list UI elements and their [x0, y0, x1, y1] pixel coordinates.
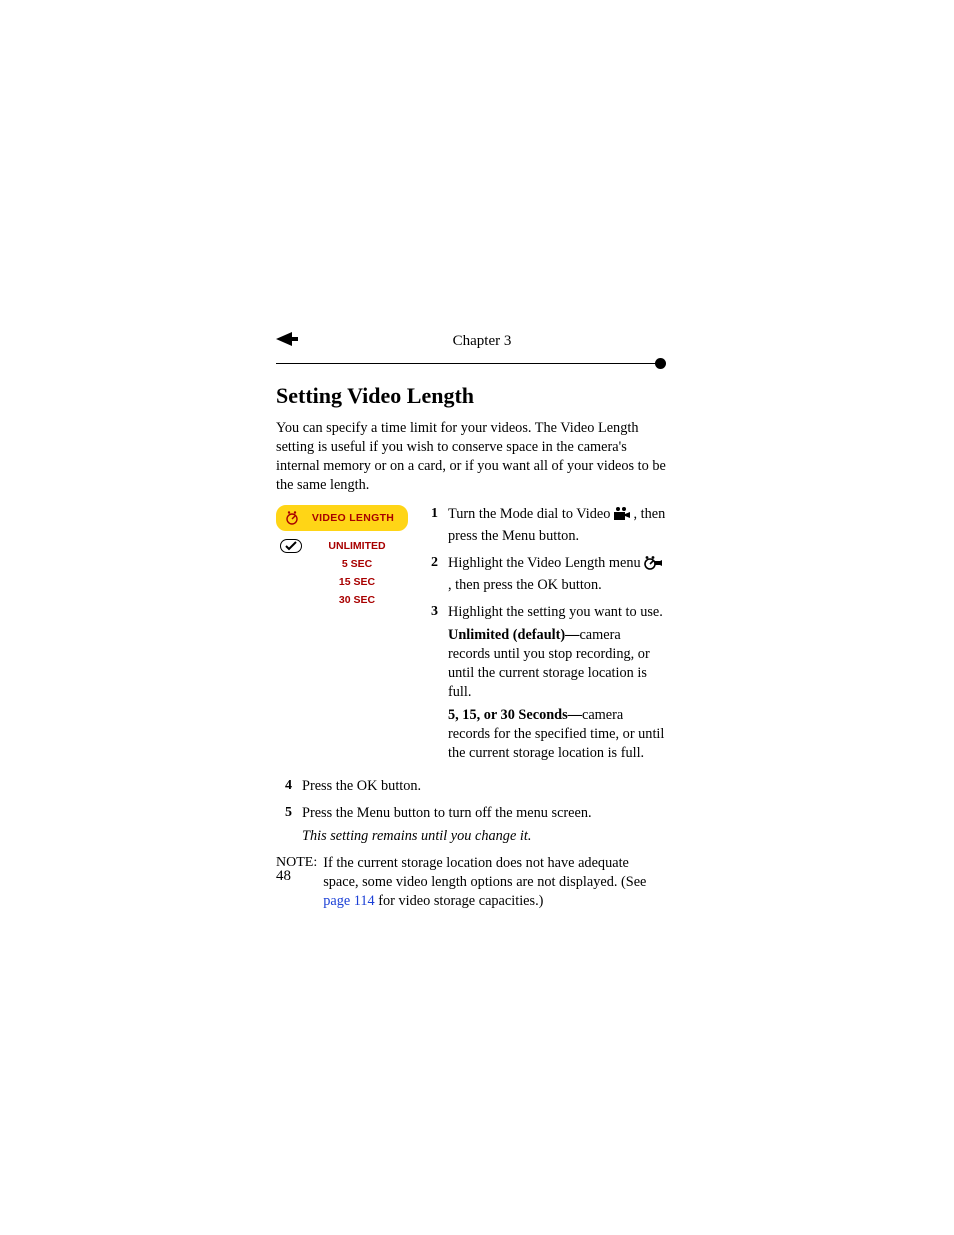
page: Chapter 3 Setting Video Length You can s… — [0, 0, 954, 1235]
figure-item: 15 SEC — [276, 573, 408, 591]
option-label: 5, 15, or 30 Seconds— — [448, 707, 582, 723]
intro-paragraph: You can specify a time limit for your vi… — [276, 419, 666, 495]
step-text: Highlight the setting you want to use. — [448, 603, 666, 622]
back-arrow-icon — [276, 332, 298, 351]
menu-figure: VIDEO LENGTH UNLIMITED — [276, 505, 408, 771]
page-number: 48 — [276, 868, 291, 885]
header-rule — [276, 363, 666, 375]
figure-item-label: 15 SEC — [306, 576, 408, 588]
step-body: Turn the Mode dial to Video , then press… — [448, 505, 666, 550]
figure-item: 5 SEC — [276, 555, 408, 573]
note-block: NOTE: If the current storage location do… — [276, 854, 666, 911]
step-item: 4 Press the OK button. — [276, 777, 666, 800]
figure-header-text: VIDEO LENGTH — [307, 512, 399, 524]
note-text: for video storage capacities.) — [375, 893, 544, 909]
steps-right: 1 Turn the Mode dial to Video , then pre… — [422, 505, 666, 771]
step-body: Press the OK button. — [302, 777, 666, 800]
content-column: Chapter 3 Setting Video Length You can s… — [276, 332, 666, 911]
page-link[interactable]: page 114 — [323, 893, 374, 909]
step-number: 3 — [422, 603, 438, 767]
step-body: Press the Menu button to turn off the me… — [302, 804, 666, 850]
step-text: , then press the OK button. — [448, 577, 602, 593]
step-item: 3 Highlight the setting you want to use.… — [422, 603, 666, 767]
step-text: Highlight the Video Length menu — [448, 555, 644, 571]
note-text: If the current storage location does not… — [323, 855, 646, 890]
video-length-menu-icon — [285, 511, 299, 525]
step-item: 5 Press the Menu button to turn off the … — [276, 804, 666, 850]
step-item: 2 Highlight the Video Length menu , then… — [422, 554, 666, 599]
step-text: Turn the Mode dial to Video — [448, 506, 614, 522]
steps-lower: 4 Press the OK button. 5 Press the Menu … — [276, 777, 666, 850]
step-item: 1 Turn the Mode dial to Video , then pre… — [422, 505, 666, 550]
step-body: Highlight the Video Length menu , then p… — [448, 554, 666, 599]
step-body: Highlight the setting you want to use. U… — [448, 603, 666, 767]
step-number: 4 — [276, 777, 292, 800]
step-number: 2 — [422, 554, 438, 599]
figure-item: UNLIMITED — [276, 537, 408, 555]
step-text: Press the OK button. — [302, 777, 666, 796]
step-number: 1 — [422, 505, 438, 550]
option-label: Unlimited (default)— — [448, 627, 579, 643]
note-body: If the current storage location does not… — [323, 854, 666, 911]
video-length-icon — [644, 556, 662, 576]
chapter-label: Chapter 3 — [298, 333, 666, 350]
check-pill-icon — [280, 539, 302, 553]
chapter-header-row: Chapter 3 — [276, 332, 666, 351]
rule-dot-icon — [655, 358, 666, 369]
figure-body: UNLIMITED 5 SEC 15 SEC 30 SEC — [276, 531, 408, 619]
figure-item: 30 SEC — [276, 591, 408, 609]
two-column-area: VIDEO LENGTH UNLIMITED — [276, 505, 666, 771]
step-number: 5 — [276, 804, 292, 850]
figure-item-label: 30 SEC — [306, 594, 408, 606]
figure-item-label: 5 SEC — [306, 558, 408, 570]
figure-header: VIDEO LENGTH — [276, 505, 408, 531]
figure-item-label: UNLIMITED — [306, 540, 408, 552]
section-heading: Setting Video Length — [276, 383, 666, 409]
video-mode-icon — [614, 507, 630, 527]
figure-checkmark-col — [276, 539, 306, 553]
step-text: Press the Menu button to turn off the me… — [302, 804, 666, 823]
step-note: This setting remains until you change it… — [302, 827, 666, 846]
